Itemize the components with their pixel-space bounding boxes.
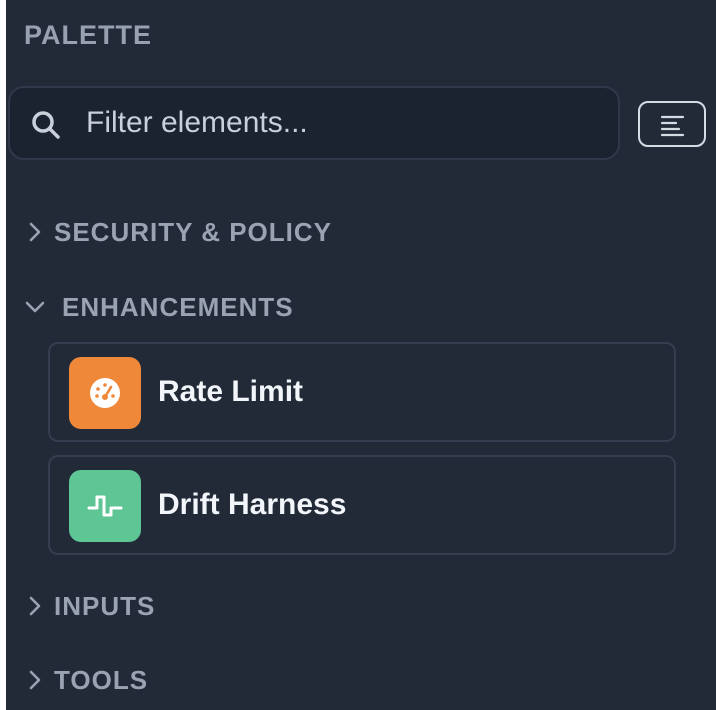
gauge-icon [90,378,120,408]
element-label: Rate Limit [158,375,304,408]
palette-panel: PALETTE SECURITY & POLICY ENHANCEMENTS [6,0,716,710]
category-label: INPUTS [54,590,156,621]
category-label: TOOLS [54,664,149,695]
drift-harness-icon-tile [69,470,141,542]
search-icon [32,111,60,139]
element-drift-harness[interactable]: Drift Harness [48,455,676,555]
chevron-right-icon [29,670,41,690]
view-toggle-button[interactable] [638,101,706,147]
category-tools[interactable]: TOOLS [24,660,148,700]
element-rate-limit[interactable]: Rate Limit [48,342,676,442]
rate-limit-icon-tile [69,357,141,429]
chevron-right-icon [29,596,41,616]
element-label: Drift Harness [158,488,347,521]
category-label: ENHANCEMENTS [62,291,294,322]
align-left-icon [660,115,685,137]
category-enhancements[interactable]: ENHANCEMENTS [24,287,294,327]
palette-title: PALETTE [24,20,152,50]
chevron-down-icon [25,301,45,313]
search-input[interactable] [86,102,596,144]
chevron-right-icon [29,222,41,242]
category-security-policy[interactable]: SECURITY & POLICY [24,212,332,252]
pulse-icon [87,495,123,517]
category-inputs[interactable]: INPUTS [24,586,155,626]
search-box[interactable] [8,86,620,160]
category-label: SECURITY & POLICY [54,216,333,247]
